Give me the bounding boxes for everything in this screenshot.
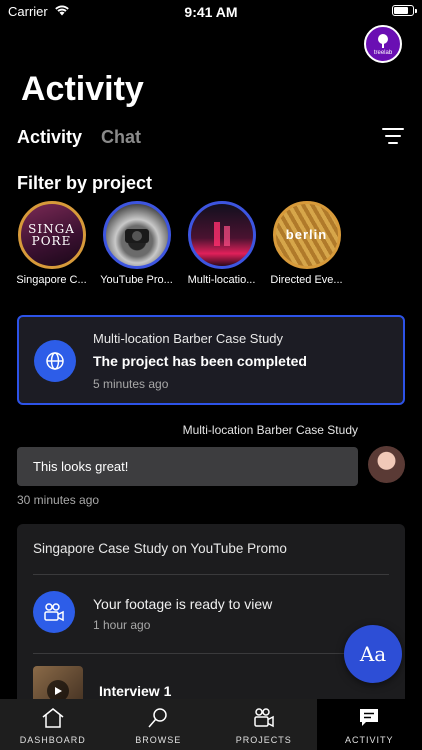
project-filter-directed-event[interactable]: berlin Directed Eve... xyxy=(264,201,349,286)
tabbar-dashboard[interactable]: DASHBOARD xyxy=(0,699,106,750)
project-filter-list: SINGA PORE Singapore C... YouTube Pro... … xyxy=(9,201,349,286)
notification-time: 5 minutes ago xyxy=(93,377,169,391)
video-people-icon xyxy=(254,708,274,728)
project-filter-label: YouTube Pro... xyxy=(100,274,173,286)
chat-icon xyxy=(360,709,379,726)
project-filter-singapore[interactable]: SINGA PORE Singapore C... xyxy=(9,201,94,286)
chat-message-bubble[interactable]: This looks great! xyxy=(17,447,358,486)
chat-project-name: Multi-location Barber Case Study xyxy=(182,423,358,437)
house-icon xyxy=(42,708,64,728)
project-filter-youtube[interactable]: YouTube Pro... xyxy=(94,201,179,286)
camera-icon xyxy=(124,229,149,243)
tabbar-activity[interactable]: ACTIVITY xyxy=(316,699,422,750)
divider xyxy=(33,653,389,654)
project-thumbnail xyxy=(102,201,171,269)
notification-project-name: Multi-location Barber Case Study xyxy=(93,331,284,346)
notification-message: The project has been completed xyxy=(93,353,307,369)
neon-sign-icon xyxy=(213,222,230,246)
tab-chat[interactable]: Chat xyxy=(101,127,141,148)
project-completed-notification[interactable]: Multi-location Barber Case Study The pro… xyxy=(17,315,405,405)
tabbar-label: DASHBOARD xyxy=(19,735,86,745)
account-avatar[interactable]: treelab xyxy=(364,25,402,63)
footage-ready-time: 1 hour ago xyxy=(93,618,151,632)
status-bar: Carrier 9:41 AM xyxy=(0,0,422,24)
avatar-brand-text: treelab xyxy=(373,49,393,56)
project-thumbnail xyxy=(187,201,256,269)
tabbar-label: ACTIVITY xyxy=(344,735,394,745)
battery-icon xyxy=(392,5,417,16)
clock: 9:41 AM xyxy=(184,4,238,20)
tabbar-label: PROJECTS xyxy=(235,735,292,745)
tabbar-browse[interactable]: BROWSE xyxy=(106,699,212,750)
group-card-title: Singapore Case Study on YouTube Promo xyxy=(33,541,287,556)
footage-ready-message: Your footage is ready to view xyxy=(93,596,273,612)
bottom-tab-bar: DASHBOARD BROWSE PROJECTS ACTIVITY xyxy=(0,699,422,750)
filter-title: Filter by project xyxy=(17,173,153,193)
filter-lines-icon[interactable] xyxy=(382,128,404,144)
fab-label: Aa xyxy=(359,642,387,666)
project-thumbnail: berlin xyxy=(272,201,341,269)
tab-activity[interactable]: Activity xyxy=(17,127,82,148)
project-filter-multilocation[interactable]: Multi-locatio... xyxy=(179,201,264,286)
project-filter-label: Singapore C... xyxy=(16,274,87,286)
project-filter-label: Multi-locatio... xyxy=(187,274,256,286)
project-update-card[interactable]: Singapore Case Study on YouTube Promo Yo… xyxy=(17,524,405,724)
divider xyxy=(33,574,389,575)
tabbar-label: BROWSE xyxy=(135,735,182,745)
video-people-icon xyxy=(33,591,75,633)
video-title: Interview 1 xyxy=(99,683,172,699)
chat-time: 30 minutes ago xyxy=(17,493,100,507)
page-title: Activity xyxy=(21,70,144,108)
activity-tabs: Activity Chat xyxy=(17,127,155,148)
text-style-button[interactable]: Aa xyxy=(344,625,402,683)
search-icon xyxy=(148,708,167,728)
tabbar-projects[interactable]: PROJECTS xyxy=(211,699,317,750)
user-avatar[interactable] xyxy=(368,446,405,483)
tree-icon xyxy=(378,33,388,48)
project-filter-label: Directed Eve... xyxy=(270,274,343,286)
project-thumbnail: SINGA PORE xyxy=(17,201,86,269)
globe-icon xyxy=(34,340,76,382)
